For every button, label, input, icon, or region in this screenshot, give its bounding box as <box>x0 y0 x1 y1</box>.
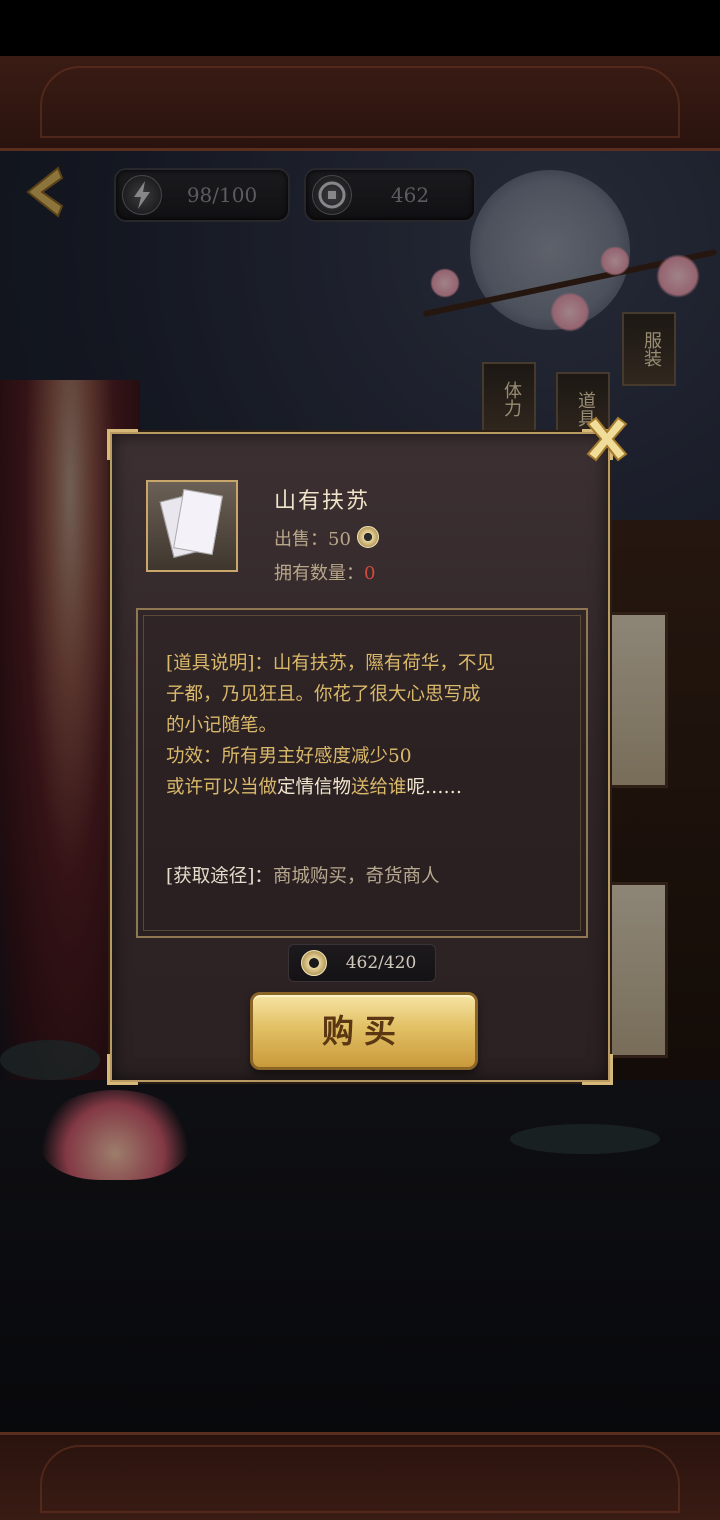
description-line: [道具说明]：山有扶苏，隰有荷华，不见 <box>166 653 495 674</box>
item-owned: 拥有数量：0 <box>274 559 375 585</box>
band-ornament <box>40 1445 680 1513</box>
price-label: 出售： <box>274 529 328 550</box>
effect-line: 功效：所有男主好感度减少50 <box>166 746 412 767</box>
source-label: [获取途径]： <box>166 866 273 887</box>
hint-text: 或许可以当做 <box>166 777 278 798</box>
owned-label: 拥有数量： <box>274 563 364 584</box>
bottom-ornament-band <box>0 1432 720 1520</box>
price-value: 50 <box>328 529 351 550</box>
acquisition-info: [获取途径]：商城购买，奇货商人 <box>166 861 566 892</box>
close-button[interactable] <box>580 412 634 466</box>
top-ornament-band <box>0 56 720 151</box>
buy-label: 购买 <box>321 1012 406 1050</box>
item-price: 出售：50 <box>274 525 379 551</box>
buy-button[interactable]: 购买 <box>250 992 478 1070</box>
item-thumbnail <box>146 480 238 572</box>
coin-balance: 462/420 <box>288 944 436 982</box>
source-value: 商城购买，奇货商人 <box>272 866 440 887</box>
item-description: [道具说明]：山有扶苏，隰有荷华，不见 子都，乃见狂且。你花了很大心思写成 的小… <box>166 648 566 803</box>
hint-text: 送给谁 <box>351 777 407 798</box>
hint-line: 或许可以当做定情信物送给谁呢…… <box>166 772 566 803</box>
owned-count: 0 <box>364 563 376 584</box>
balance-value: 462/420 <box>345 953 417 973</box>
coin-icon <box>356 526 379 548</box>
dialog-corner <box>107 1054 138 1085</box>
hint-highlight: 呢…… <box>406 777 463 798</box>
description-line: 的小记随笔。 <box>166 715 278 736</box>
hint-highlight: 定情信物 <box>277 777 352 798</box>
band-ornament <box>40 66 680 138</box>
status-bar <box>0 0 720 56</box>
description-line: 子都，乃见狂且。你花了很大心思写成 <box>166 684 481 705</box>
dialog-corner <box>582 1054 613 1085</box>
coin-icon <box>301 950 327 976</box>
game-screen: 体力 道具 服装 98/100 462 山有扶苏 出售：50 拥有数量：0 [道… <box>0 0 720 1520</box>
close-x-icon <box>586 416 628 462</box>
item-name: 山有扶苏 <box>274 489 371 514</box>
dialog-corner <box>107 429 138 460</box>
